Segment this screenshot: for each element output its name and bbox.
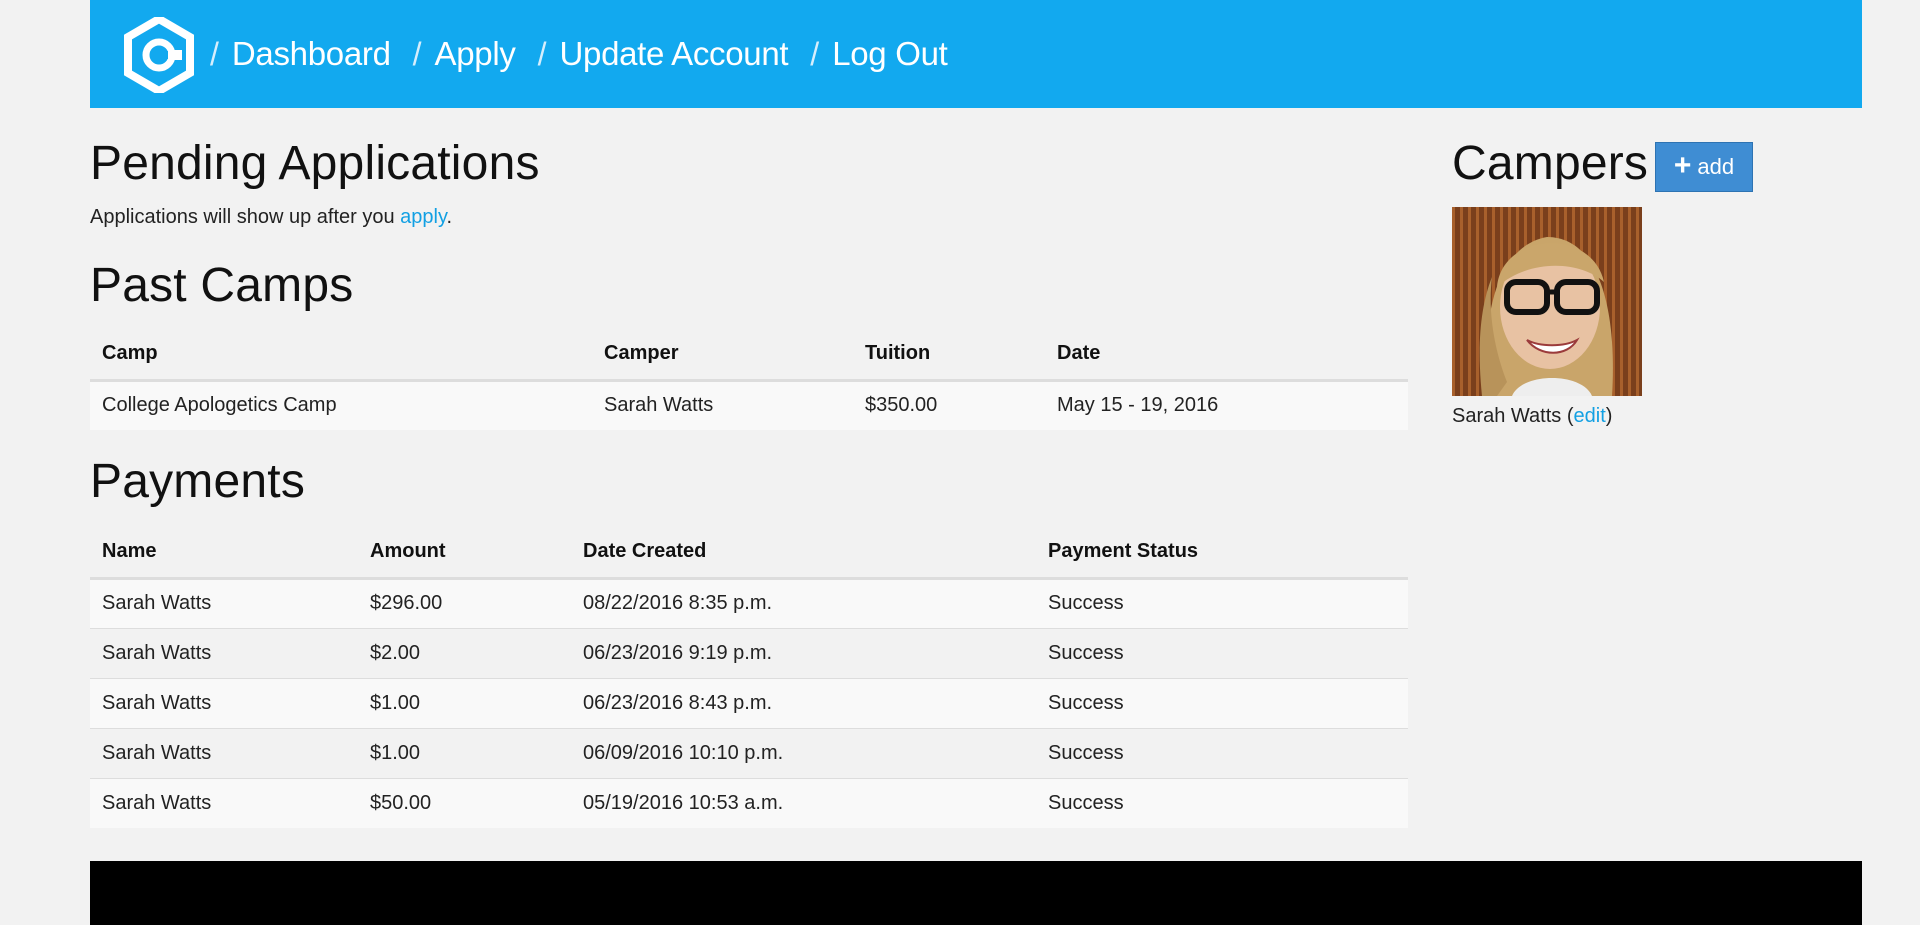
table-row: College Apologetics Camp Sarah Watts $35… (90, 379, 1408, 430)
table-header-row: Name Amount Date Created Payment Status (90, 526, 1408, 580)
column-header-camp: Camp (90, 328, 592, 382)
table-row: Sarah Watts $50.00 05/19/2016 10:53 a.m.… (90, 777, 1408, 828)
nav-separator: / (810, 35, 820, 72)
payments-table: Name Amount Date Created Payment Status … (90, 526, 1408, 828)
nav-separator: / (210, 35, 219, 72)
camper-caption: Sarah Watts (edit) (1452, 405, 1613, 427)
column-header-camper: Camper (592, 328, 853, 382)
nav-link-log-out[interactable]: Log Out (832, 35, 948, 73)
cell-amount: $1.00 (358, 677, 571, 728)
cell-name: Sarah Watts (90, 577, 358, 628)
footer (90, 861, 1862, 925)
column-header-amount: Amount (358, 526, 571, 580)
cell-tuition: $350.00 (853, 379, 1045, 430)
plus-icon: + (1673, 148, 1692, 182)
cell-payment-status: Success (1036, 777, 1408, 828)
cell-amount: $2.00 (358, 627, 571, 678)
column-header-date-created: Date Created (571, 526, 1036, 580)
cell-date-created: 06/23/2016 8:43 p.m. (571, 677, 1036, 728)
cell-date-created: 06/23/2016 9:19 p.m. (571, 627, 1036, 678)
nav-links: / Dashboard / Apply / Update Account / L… (210, 0, 970, 108)
column-header-name: Name (90, 526, 358, 580)
cell-payment-status: Success (1036, 677, 1408, 728)
past-camps-table: Camp Camper Tuition Date College Apologe… (90, 328, 1408, 430)
cell-date-created: 06/09/2016 10:10 p.m. (571, 727, 1036, 778)
pending-applications-text: Applications will show up after you appl… (90, 206, 452, 229)
cell-amount: $50.00 (358, 777, 571, 828)
logo-icon[interactable] (124, 17, 194, 93)
cell-payment-status: Success (1036, 727, 1408, 778)
campers-heading: Campers (1452, 137, 1649, 190)
table-row: Sarah Watts $296.00 08/22/2016 8:35 p.m.… (90, 577, 1408, 628)
camper-name: Sarah Watts (1452, 405, 1562, 427)
cell-payment-status: Success (1036, 577, 1408, 628)
apply-link[interactable]: apply (400, 206, 446, 228)
add-camper-button[interactable]: + add (1655, 142, 1753, 192)
edit-camper-link[interactable]: edit (1574, 405, 1606, 427)
column-header-date: Date (1045, 328, 1408, 382)
table-row: Sarah Watts $2.00 06/23/2016 9:19 p.m. S… (90, 627, 1408, 678)
pending-text-after: . (446, 206, 453, 228)
cell-name: Sarah Watts (90, 777, 358, 828)
nav-link-update-account[interactable]: Update Account (559, 35, 788, 73)
top-navbar: / Dashboard / Apply / Update Account / L… (90, 0, 1862, 108)
cell-amount: $296.00 (358, 577, 571, 628)
cell-camp: College Apologetics Camp (90, 379, 592, 430)
cell-name: Sarah Watts (90, 677, 358, 728)
add-camper-label: add (1697, 154, 1735, 179)
table-header-row: Camp Camper Tuition Date (90, 328, 1408, 382)
nav-link-apply[interactable]: Apply (435, 35, 516, 73)
cell-date-created: 08/22/2016 8:35 p.m. (571, 577, 1036, 628)
cell-camper: Sarah Watts (592, 379, 853, 430)
pending-text-before: Applications will show up after you (90, 206, 401, 228)
table-row: Sarah Watts $1.00 06/09/2016 10:10 p.m. … (90, 727, 1408, 778)
nav-separator: / (537, 35, 547, 72)
cell-date-created: 05/19/2016 10:53 a.m. (571, 777, 1036, 828)
table-row: Sarah Watts $1.00 06/23/2016 8:43 p.m. S… (90, 677, 1408, 728)
column-header-payment-status: Payment Status (1036, 526, 1408, 580)
camper-avatar-image (1452, 207, 1642, 396)
nav-separator: / (412, 35, 422, 72)
cell-payment-status: Success (1036, 627, 1408, 678)
payments-heading: Payments (90, 455, 306, 508)
cell-amount: $1.00 (358, 727, 571, 778)
nav-link-dashboard[interactable]: Dashboard (232, 35, 391, 73)
cell-date: May 15 - 19, 2016 (1045, 379, 1408, 430)
column-header-tuition: Tuition (853, 328, 1045, 382)
pending-applications-heading: Pending Applications (90, 137, 540, 190)
cell-name: Sarah Watts (90, 627, 358, 678)
camper-photo (1452, 207, 1642, 396)
cell-name: Sarah Watts (90, 727, 358, 778)
past-camps-heading: Past Camps (90, 259, 354, 312)
